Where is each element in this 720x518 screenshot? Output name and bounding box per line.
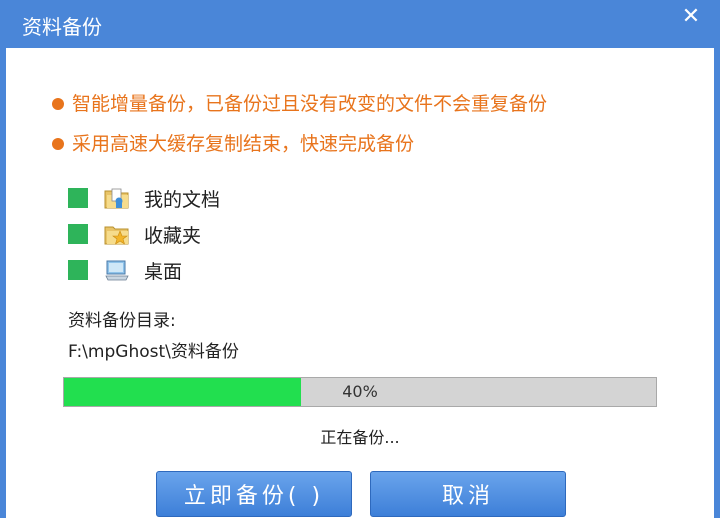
checkbox-favorites[interactable]: [68, 224, 88, 244]
favorites-folder-icon: [104, 226, 129, 245]
window-title: 资料备份: [22, 15, 102, 39]
documents-folder-icon: [104, 188, 129, 209]
checkbox-documents[interactable]: [68, 188, 88, 208]
feature-text: 采用高速大缓存复制结束，快速完成备份: [72, 133, 415, 155]
item-label: 我的文档: [144, 188, 221, 211]
cancel-button[interactable]: 取消: [370, 471, 566, 517]
backup-item-documents[interactable]: 我的文档: [68, 180, 220, 216]
item-label: 收藏夹: [144, 224, 202, 247]
bullet-dot-icon: [52, 138, 64, 150]
backup-item-desktop[interactable]: 桌面: [68, 252, 220, 288]
status-text: 正在备份...: [320, 428, 400, 447]
feature-item: 智能增量备份，已备份过且没有改变的文件不会重复备份: [52, 84, 547, 124]
backup-dialog: 资料备份 ✕ 智能增量备份，已备份过且没有改变的文件不会重复备份 采用高速大缓存…: [0, 0, 720, 518]
backup-now-button[interactable]: 立即备份( ): [156, 471, 352, 517]
bullet-dot-icon: [52, 98, 64, 110]
backup-directory-label: 资料备份目录:: [68, 311, 176, 331]
progress-percent: 40%: [342, 382, 378, 401]
backup-directory-path: F:\mpGhost\资料备份: [68, 342, 239, 362]
backup-item-list: 我的文档 收藏夹 桌面: [68, 180, 220, 288]
item-label: 桌面: [144, 260, 183, 283]
feature-text: 智能增量备份，已备份过且没有改变的文件不会重复备份: [72, 93, 548, 115]
backup-item-favorites[interactable]: 收藏夹: [68, 216, 220, 252]
checkbox-desktop[interactable]: [68, 260, 88, 280]
feature-item: 采用高速大缓存复制结束，快速完成备份: [52, 124, 547, 164]
close-icon[interactable]: ✕: [676, 2, 706, 32]
title-bar[interactable]: 资料备份 ✕: [6, 0, 714, 48]
desktop-icon: [105, 260, 129, 281]
progress-bar: 40%: [63, 377, 657, 407]
feature-list: 智能增量备份，已备份过且没有改变的文件不会重复备份 采用高速大缓存复制结束，快速…: [52, 84, 547, 164]
